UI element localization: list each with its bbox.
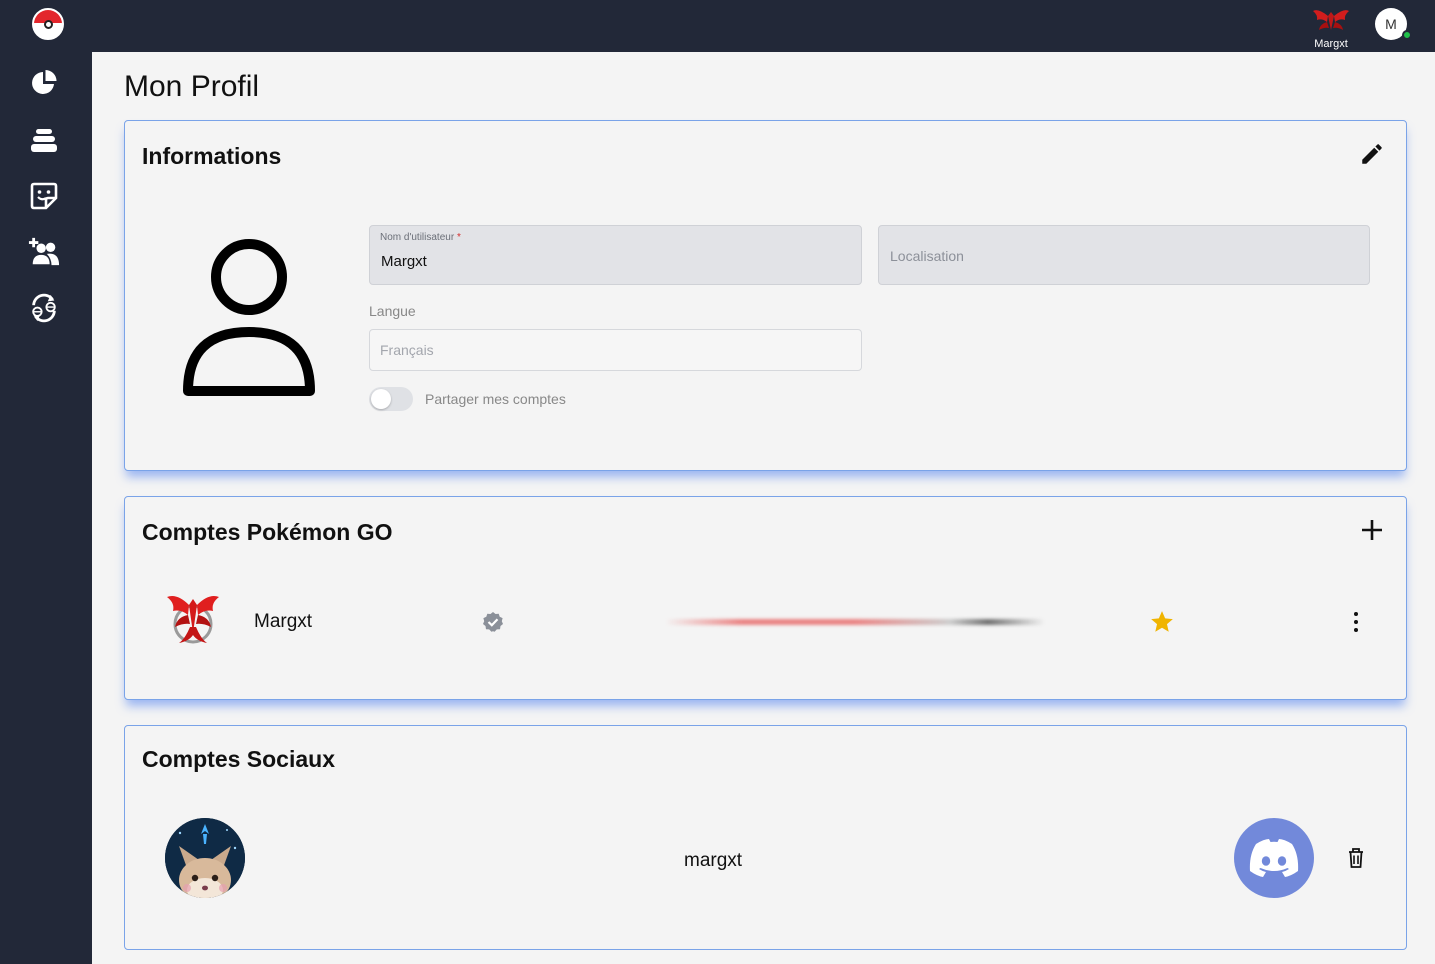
location-placeholder: Localisation: [890, 248, 964, 264]
edit-pencil-icon[interactable]: [1359, 141, 1385, 167]
username-label-wrap: Nom d'utilisateur *: [380, 232, 461, 243]
blurred-friend-code: [665, 619, 1045, 625]
sticker-face-icon[interactable]: [28, 180, 60, 212]
discord-icon[interactable]: [1234, 818, 1314, 898]
team-valor-icon: [1313, 10, 1349, 30]
toggle-knob: [371, 389, 391, 409]
top-bar: [92, 0, 1435, 52]
username-value[interactable]: Margxt: [381, 253, 427, 270]
username-field[interactable]: Nom d'utilisateur * Margxt: [369, 225, 862, 285]
team-valor-emblem-icon: [163, 591, 223, 651]
add-friend-icon[interactable]: [28, 236, 60, 268]
pokemon-go-accounts-card: Comptes Pokémon GO Margxt: [124, 496, 1407, 700]
stack-icon[interactable]: [28, 124, 60, 156]
pokeball-logo-icon[interactable]: [32, 8, 64, 40]
langue-placeholder: Français: [380, 342, 434, 358]
social-avatar-image: [165, 818, 245, 898]
online-status-indicator: [1402, 30, 1412, 40]
share-accounts-toggle[interactable]: [369, 387, 413, 411]
team-username: Margxt: [1314, 38, 1348, 50]
informations-title: Informations: [142, 143, 282, 169]
favorite-star-icon[interactable]: [1149, 609, 1175, 635]
share-accounts-label: Partager mes comptes: [425, 391, 566, 407]
username-label: Nom d'utilisateur: [380, 232, 455, 243]
pokemon-go-title: Comptes Pokémon GO: [142, 519, 393, 545]
team-badge[interactable]: Margxt: [1308, 6, 1354, 52]
location-field[interactable]: Localisation: [878, 225, 1370, 285]
social-title: Comptes Sociaux: [142, 746, 335, 772]
delete-trash-icon[interactable]: [1345, 846, 1367, 870]
more-options-icon[interactable]: [1345, 609, 1367, 635]
informations-card: Informations Nom d'utilisateur * Margxt …: [124, 120, 1407, 471]
required-marker: *: [456, 232, 461, 243]
sidebar: [0, 0, 92, 964]
page-title: Mon Profil: [124, 70, 260, 103]
pie-chart-icon[interactable]: [28, 67, 60, 99]
langue-label: Langue: [369, 303, 416, 319]
pokemon-go-account-row: Margxt: [125, 587, 1406, 657]
verified-badge-icon: [482, 611, 504, 633]
trade-icon[interactable]: [28, 292, 60, 324]
profile-user-icon: [181, 239, 321, 399]
social-account-name: margxt: [684, 850, 743, 871]
pokemon-go-account-name: Margxt: [254, 611, 313, 632]
social-account-row: margxt: [125, 818, 1406, 902]
social-accounts-card: Comptes Sociaux margxt: [124, 725, 1407, 950]
langue-select[interactable]: Français: [369, 329, 862, 371]
add-plus-icon[interactable]: [1359, 517, 1385, 543]
